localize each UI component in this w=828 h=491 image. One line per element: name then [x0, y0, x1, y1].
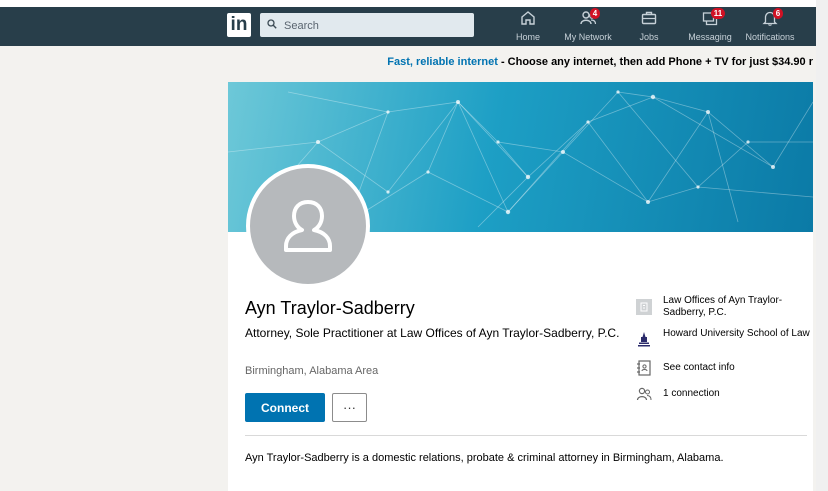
nav-item-messaging[interactable]: 11 Messaging	[685, 8, 735, 45]
profile-summary: Ayn Traylor-Sadberry is a domestic relat…	[245, 452, 724, 464]
promo-text: Choose any internet, then add Phone + TV…	[507, 56, 813, 68]
nav-label-my-network: My Network	[564, 32, 612, 42]
company-logo-icon	[636, 299, 652, 315]
nav-label-jobs: Jobs	[639, 32, 659, 42]
profile-location: Birmingham, Alabama Area	[245, 365, 379, 377]
profile-headline: Attorney, Sole Practitioner at Law Offic…	[245, 326, 620, 340]
nav-item-home[interactable]: Home	[510, 9, 546, 45]
nav-label-home: Home	[515, 32, 540, 42]
search-icon	[267, 19, 277, 29]
school-logo-icon	[638, 332, 650, 347]
page-scrollbar[interactable]	[816, 0, 828, 491]
nav-item-notifications[interactable]: 6 Notifications	[743, 8, 797, 45]
connections-label: 1 connection	[663, 388, 720, 399]
person-placeholder-icon	[284, 200, 332, 252]
nav-item-jobs[interactable]: Jobs	[631, 9, 667, 45]
nav-label-notifications: Notifications	[745, 32, 795, 42]
briefcase-icon	[641, 11, 657, 25]
nav-label-messaging: Messaging	[688, 32, 732, 42]
notifications-badge: 6	[773, 8, 783, 19]
home-icon	[521, 11, 535, 25]
profile-photo[interactable]	[246, 164, 370, 288]
promo-separator: -	[497, 56, 508, 68]
search-input[interactable]	[282, 15, 472, 37]
global-nav: in Home 4 My Network	[0, 7, 816, 46]
linkedin-logo[interactable]: in	[227, 13, 251, 37]
connect-button[interactable]: Connect	[245, 393, 325, 422]
top-bar: in Home 4 My Network	[0, 0, 828, 46]
search-box[interactable]	[260, 13, 474, 37]
connections-icon	[636, 387, 652, 401]
nav-item-my-network[interactable]: 4 My Network	[560, 8, 616, 45]
more-actions-button[interactable]: ···	[332, 393, 367, 422]
contact-card-icon	[637, 360, 651, 376]
education-label: Howard University School of Law	[663, 328, 810, 339]
contact-info-label: See contact info	[663, 362, 735, 373]
current-company-label: Law Offices of Ayn Traylor-Sadberry, P.C…	[663, 295, 783, 318]
profile-card: Ayn Traylor-Sadberry Attorney, Sole Prac…	[228, 82, 813, 491]
promo-banner[interactable]: Fast, reliable internet - Choose any int…	[228, 52, 813, 72]
network-badge: 4	[590, 8, 600, 19]
promo-link[interactable]: Fast, reliable internet	[387, 56, 498, 68]
profile-name: Ayn Traylor-Sadberry	[245, 298, 415, 318]
messaging-badge: 11	[711, 8, 725, 19]
divider	[245, 435, 807, 436]
